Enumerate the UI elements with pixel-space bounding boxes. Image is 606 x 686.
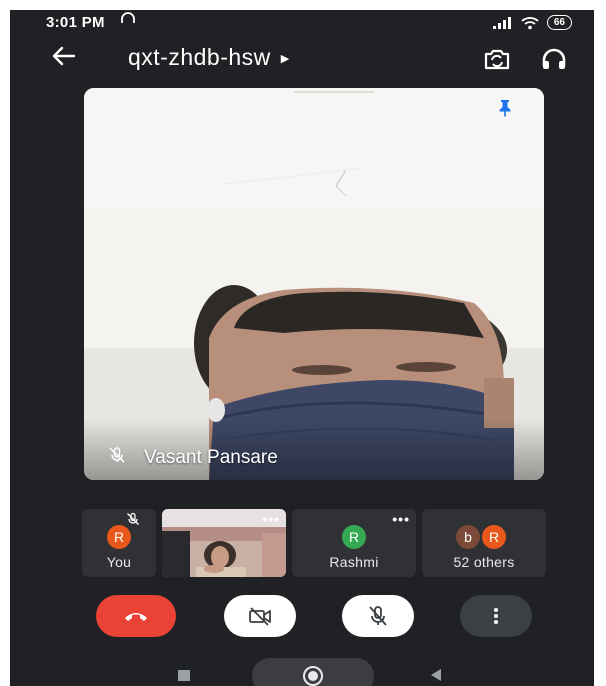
system-nav-bar xyxy=(10,656,594,686)
more-icon[interactable]: ••• xyxy=(262,511,280,527)
main-video-feed[interactable]: Vasant Pansare xyxy=(84,88,544,480)
avatar: b xyxy=(456,525,480,549)
switch-camera-icon[interactable] xyxy=(482,46,512,77)
headphones-icon[interactable] xyxy=(540,46,568,77)
back-nav-icon[interactable] xyxy=(430,668,442,686)
status-icons: 66 xyxy=(492,15,572,30)
end-call-button[interactable] xyxy=(96,595,176,637)
wifi-icon xyxy=(521,16,539,29)
pin-icon[interactable] xyxy=(496,98,514,123)
headset-status-icon xyxy=(120,12,136,29)
avatar: R xyxy=(482,525,506,549)
meeting-code-text: qxt-zhdb-hsw xyxy=(128,44,271,70)
end-call-icon xyxy=(125,613,147,621)
others-tile[interactable]: b R 52 others xyxy=(422,509,546,577)
battery-indicator: 66 xyxy=(546,15,572,30)
camera-off-icon xyxy=(249,607,271,626)
tile-label: 52 others xyxy=(453,554,515,570)
participant-video-image xyxy=(84,88,544,480)
mic-off-icon xyxy=(108,446,126,470)
more-options-button[interactable] xyxy=(460,595,532,637)
avatar: R xyxy=(342,525,366,549)
status-bar: 3:01 PM 66 xyxy=(10,10,594,36)
participant-strip: R You ••• R ••• Rashmi b R 52 others xyxy=(82,509,552,579)
more-icon[interactable]: ••• xyxy=(392,511,410,527)
more-vert-icon xyxy=(494,608,498,624)
call-controls xyxy=(10,595,594,645)
self-tile[interactable]: R You xyxy=(82,509,156,577)
caret-right-icon: ▶ xyxy=(280,53,290,66)
mic-off-icon xyxy=(126,512,140,531)
signal-icon xyxy=(492,16,511,29)
home-icon xyxy=(303,666,323,686)
home-button[interactable] xyxy=(252,658,374,686)
status-time: 3:01 PM xyxy=(46,14,105,31)
meeting-header: qxt-zhdb-hsw ▶ xyxy=(10,40,594,80)
main-video-label: Vasant Pansare xyxy=(108,446,278,470)
meeting-code[interactable]: qxt-zhdb-hsw ▶ xyxy=(128,44,290,71)
mic-toggle-button[interactable] xyxy=(342,595,414,637)
back-arrow-icon[interactable] xyxy=(50,42,78,76)
participant-tile[interactable]: R ••• Rashmi xyxy=(292,509,416,577)
main-participant-name: Vasant Pansare xyxy=(144,447,278,468)
tile-label: Rashmi xyxy=(329,554,379,570)
recents-icon[interactable] xyxy=(178,670,190,681)
meet-screen: 3:01 PM 66 qxt-zhdb-hsw ▶ Vasant Pansare… xyxy=(10,10,594,686)
mic-off-icon xyxy=(369,606,387,626)
camera-toggle-button[interactable] xyxy=(224,595,296,637)
video-tile[interactable]: ••• xyxy=(162,509,286,577)
tile-label: You xyxy=(106,554,132,570)
